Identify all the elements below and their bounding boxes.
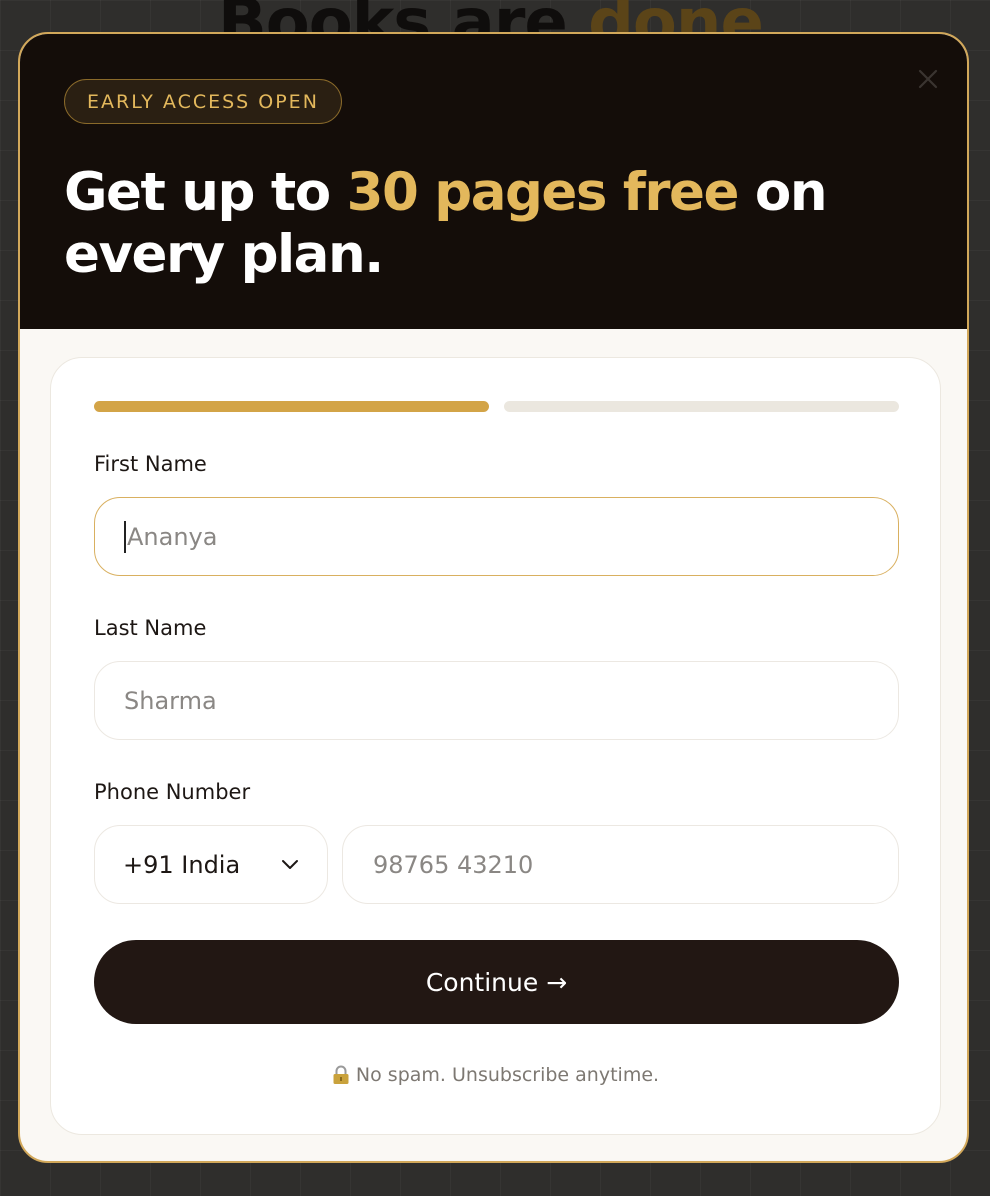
last-name-field[interactable]: Sharma [94,661,899,740]
headline-text-start: Get up to [64,162,347,223]
arrow-right-icon: → [546,967,568,997]
first-name-field[interactable]: Ananya [94,497,899,576]
close-button[interactable] [915,66,941,92]
continue-button[interactable]: Continue → [94,940,899,1024]
progress-step-2-pending [504,401,899,412]
modal-headline: Get up to 30 pages free on every plan. [64,162,934,286]
modal-header: EARLY ACCESS OPEN Get up to 30 pages fre… [20,34,967,329]
country-code-select[interactable]: +91 India [94,825,328,904]
text-caret [124,520,126,553]
headline-accent: 30 pages free [346,162,740,223]
lock-icon [332,1065,350,1085]
privacy-note: No spam. Unsubscribe anytime. [51,1064,940,1086]
first-name-placeholder: Ananya [127,522,218,551]
phone-number-label: Phone Number [94,780,251,804]
early-access-modal: EARLY ACCESS OPEN Get up to 30 pages fre… [18,32,969,1163]
privacy-note-text: No spam. Unsubscribe anytime. [355,1064,660,1086]
chevron-down-icon [282,859,298,869]
phone-number-placeholder: 98765 43210 [373,850,534,879]
last-name-placeholder: Sharma [124,686,217,715]
early-access-badge: EARLY ACCESS OPEN [64,79,342,124]
country-code-value: +91 India [123,850,241,879]
step-progress-bar [94,401,899,412]
last-name-label: Last Name [94,616,207,640]
first-name-label: First Name [94,452,207,476]
signup-form-card: First Name Ananya Last Name Sharma Phone… [50,357,941,1135]
phone-number-field[interactable]: 98765 43210 [342,825,899,904]
close-icon [918,69,938,89]
progress-step-1-complete [94,401,489,412]
continue-button-label: Continue [425,967,539,997]
